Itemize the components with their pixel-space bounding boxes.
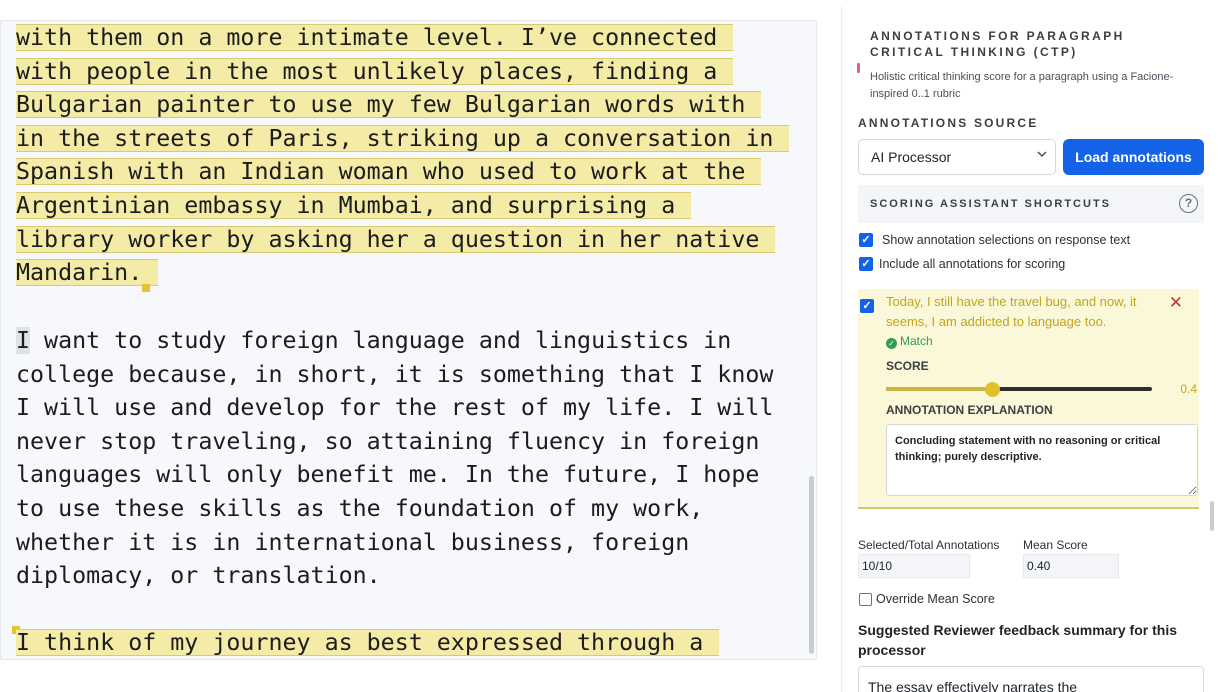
help-icon[interactable]: ? [1179, 194, 1198, 213]
score-value: 0.4 [1180, 382, 1197, 396]
text-line: Bulgarian painter to use my few Bulgaria… [16, 88, 762, 122]
include-all-label: Include all annotations for scoring [879, 257, 1066, 271]
score-label: SCORE [886, 359, 929, 373]
text-line: diplomacy, or translation. [16, 562, 381, 590]
text-line: Argentinian embassy in Mumbai, and surpr… [16, 189, 692, 223]
annotation-select-checkbox[interactable]: ✓ [860, 299, 874, 313]
check-circle-icon: ✓ [886, 338, 897, 349]
text-line: I want to study foreign language and lin… [16, 327, 732, 354]
text-line: I think of my journey as best expressed … [16, 626, 720, 659]
text-line: with them on a more intimate level. I’ve… [16, 21, 734, 55]
text-line: Mandarin. [16, 256, 159, 290]
panel-scrollbar[interactable] [1210, 501, 1214, 531]
mean-score-label: Mean Score [1023, 538, 1088, 552]
panel-subtitle: Holistic critical thinking score for a p… [870, 71, 1174, 100]
text-line: college because, in short, it is somethi… [16, 360, 774, 388]
select-value: AI Processor [871, 149, 952, 165]
text-line: I will use and develop for the rest of m… [16, 394, 774, 422]
feedback-summary-textarea[interactable]: The essay effectively narrates the [858, 666, 1204, 692]
annotations-source-label: ANNOTATIONS SOURCE [858, 116, 1039, 130]
text-line: languages will only benefit me. In the f… [16, 461, 760, 489]
override-mean-checkbox[interactable] [859, 593, 872, 606]
text-line: whether it is in international business,… [16, 528, 690, 556]
text-line: library worker by asking her a question … [16, 223, 776, 257]
category-marker [857, 63, 860, 73]
highlighted-paragraph[interactable]: with them on a more intimate level. I’ve… [16, 21, 811, 290]
match-status: ✓ Match [886, 334, 933, 349]
chevron-down-icon [1037, 149, 1047, 162]
slider-fill [886, 387, 993, 391]
selected-total-label: Selected/Total Annotations [858, 538, 1000, 552]
annotation-explanation-textarea[interactable]: Concluding statement with no reasoning o… [886, 424, 1198, 496]
match-label: Match [900, 334, 933, 348]
text-line: with people in the most unlikely places,… [16, 55, 734, 89]
selection-end-handle[interactable] [142, 284, 150, 292]
close-icon[interactable]: ✕ [1169, 293, 1183, 313]
annotations-panel: ANNOTATIONS FOR PARAGRAPH CRITICAL THINK… [841, 6, 1214, 692]
text-line: in the streets of Paris, striking up a c… [16, 122, 790, 156]
show-selections-checkbox[interactable]: ✓ [859, 233, 873, 247]
selected-total-field: 10/10 [858, 554, 970, 578]
scoring-shortcuts-bar[interactable]: SCORING ASSISTANT SHORTCUTS ? [858, 185, 1204, 223]
include-all-checkbox[interactable]: ✓ [859, 257, 873, 271]
override-mean-label: Override Mean Score [876, 592, 995, 606]
show-selections-label: Show annotation selections on response t… [882, 233, 1131, 247]
shortcuts-label: SCORING ASSISTANT SHORTCUTS [870, 198, 1112, 210]
panel-title: ANNOTATIONS FOR PARAGRAPH CRITICAL THINK… [870, 29, 1125, 59]
mean-score-field: 0.40 [1023, 554, 1119, 578]
annotations-source-select[interactable]: AI Processor [858, 139, 1056, 175]
text-caret: I [16, 327, 31, 354]
text-line: to use these skills as the foundation of… [16, 494, 704, 522]
highlighted-paragraph[interactable]: I think of my journey as best expressed … [16, 626, 811, 659]
feedback-summary-title: Suggested Reviewer feedback summary for … [858, 622, 1177, 658]
essay-scrollbar[interactable] [809, 476, 814, 654]
explanation-label: ANNOTATION EXPLANATION [886, 403, 1053, 417]
text-line: never stop traveling, so attaining fluen… [16, 427, 760, 455]
slider-thumb[interactable] [985, 382, 1001, 397]
paragraph[interactable]: I want to study foreign language and lin… [16, 324, 811, 593]
score-slider[interactable] [886, 382, 1152, 397]
text-line: Spanish with an Indian woman who used to… [16, 155, 762, 189]
annotation-quote: Today, I still have the travel bug, and … [886, 294, 1137, 329]
load-annotations-button[interactable]: Load annotations [1063, 139, 1204, 175]
annotation-card: ✓ Today, I still have the travel bug, an… [858, 289, 1199, 509]
essay-response-pane[interactable]: with them on a more intimate level. I’ve… [0, 20, 817, 660]
